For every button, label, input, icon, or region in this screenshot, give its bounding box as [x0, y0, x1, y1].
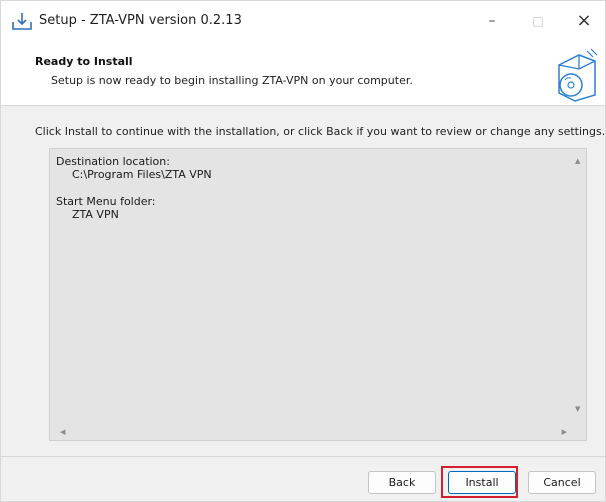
close-button[interactable]: × — [561, 1, 606, 41]
setup-app-icon — [12, 13, 32, 30]
cancel-button[interactable]: Cancel — [528, 471, 596, 494]
destination-path: C:\Program Files\ZTA VPN — [72, 168, 212, 181]
horizontal-scrollbar[interactable]: ◀ ▶ — [50, 425, 573, 440]
page-title: Ready to Install — [35, 55, 133, 68]
ready-memo-box[interactable]: Destination location: C:\Program Files\Z… — [49, 148, 587, 441]
install-box-icon — [558, 48, 598, 102]
minimize-button[interactable]: – — [469, 1, 515, 41]
start-menu-folder: ZTA VPN — [72, 208, 119, 221]
maximize-button: □ — [532, 14, 544, 28]
install-highlight-box — [441, 466, 518, 498]
wizard-header: Ready to Install Setup is now ready to b… — [1, 41, 605, 106]
scroll-right-icon[interactable]: ▶ — [562, 428, 567, 436]
title-bar: Setup - ZTA-VPN version 0.2.13 – □ × — [1, 1, 605, 41]
window-title: Setup - ZTA-VPN version 0.2.13 — [39, 13, 242, 28]
instruction-text: Click Install to continue with the insta… — [35, 125, 606, 138]
page-subtitle: Setup is now ready to begin installing Z… — [51, 74, 413, 87]
scroll-up-icon[interactable]: ▲ — [575, 157, 580, 165]
start-menu-label: Start Menu folder: — [56, 195, 156, 208]
vertical-scrollbar[interactable]: ▲ ▼ — [571, 149, 586, 425]
footer-divider — [1, 456, 605, 457]
scroll-left-icon[interactable]: ◀ — [60, 428, 65, 436]
destination-label: Destination location: — [56, 155, 170, 168]
scroll-down-icon[interactable]: ▼ — [575, 405, 580, 413]
setup-window: Setup - ZTA-VPN version 0.2.13 – □ × Rea… — [0, 0, 606, 502]
back-button[interactable]: Back — [368, 471, 436, 494]
